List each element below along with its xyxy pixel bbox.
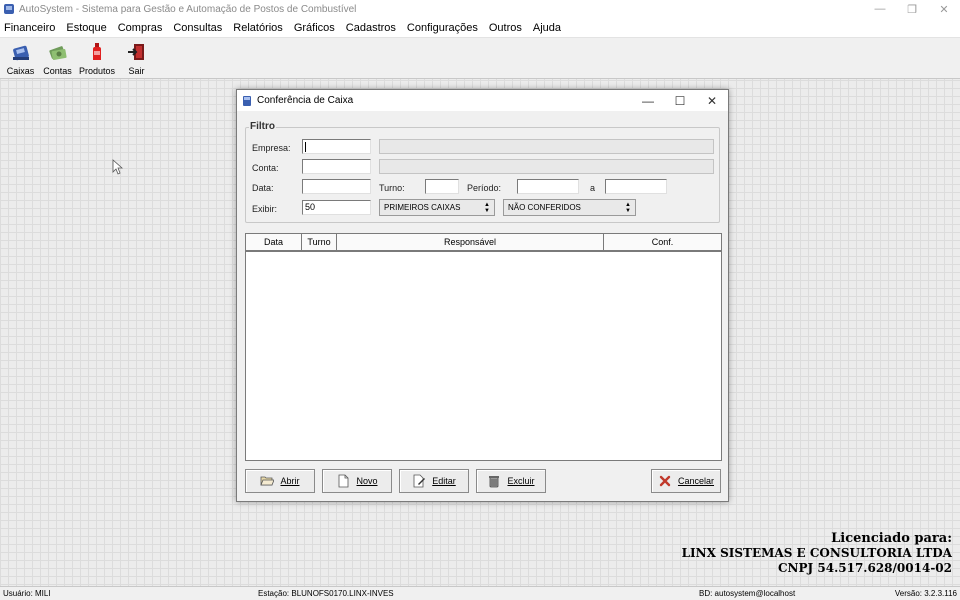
- menu-configuracoes[interactable]: Configurações: [407, 22, 478, 34]
- abrir-button[interactable]: Abrir: [245, 469, 315, 493]
- conferencia-caixa-dialog: Conferência de Caixa — ☐ ✕ Filtro Empres…: [236, 89, 729, 502]
- mouse-cursor-icon: [112, 159, 123, 175]
- periodo-to-input[interactable]: [605, 179, 667, 194]
- exibir-input[interactable]: 50: [302, 200, 371, 215]
- table-header: Data Turno Responsável Conf.: [246, 234, 721, 252]
- license-cnpj: CNPJ 54.517.628/0014-02: [777, 561, 952, 575]
- dialog-close-button[interactable]: ✕: [696, 90, 728, 111]
- periodo-separator: a: [590, 183, 596, 193]
- license-heading: Licenciado para:: [831, 531, 952, 546]
- cash-register-icon: [12, 45, 29, 61]
- window-titlebar: AutoSystem - Sistema para Gestão e Autom…: [0, 0, 960, 18]
- menu-financeiro[interactable]: Financeiro: [4, 22, 55, 34]
- minimize-button[interactable]: —: [864, 0, 896, 18]
- toolbar-sair-label: Sair: [128, 66, 145, 76]
- money-icon: [48, 46, 67, 60]
- column-header-responsavel[interactable]: Responsável: [337, 234, 604, 250]
- menu-cadastros[interactable]: Cadastros: [346, 22, 396, 34]
- dialog-title: Conferência de Caixa: [257, 95, 354, 106]
- abrir-button-label: Abrir: [280, 476, 300, 486]
- trash-icon: [489, 476, 500, 488]
- conta-input[interactable]: [302, 159, 371, 174]
- license-info: Licenciado para: LINX SISTEMAS E CONSULT…: [682, 531, 952, 576]
- order-select[interactable]: PRIMEIROS CAIXAS ▲ ▼: [379, 199, 495, 216]
- toolbar-produtos-button[interactable]: Produtos: [77, 38, 117, 79]
- folder-open-icon: [260, 476, 275, 486]
- dialog-minimize-button[interactable]: —: [632, 90, 664, 111]
- column-header-conf[interactable]: Conf.: [604, 234, 721, 250]
- status-select[interactable]: NÃO CONFERIDOS ▲ ▼: [503, 199, 636, 216]
- conta-name-display: [379, 159, 714, 174]
- app-icon: [4, 4, 14, 14]
- menu-ajuda[interactable]: Ajuda: [533, 22, 561, 34]
- chevron-updown-icon: ▲ ▼: [484, 201, 490, 214]
- exibir-label: Exibir:: [252, 204, 278, 214]
- menu-outros[interactable]: Outros: [489, 22, 522, 34]
- excluir-button-label: Excluir: [507, 476, 535, 486]
- excluir-button[interactable]: Excluir: [476, 469, 546, 493]
- dialog-controls: — ☐ ✕: [632, 90, 728, 111]
- cash-register-icon: [243, 95, 251, 106]
- new-document-icon: [339, 474, 349, 488]
- status-estacao: Estação: BLUNOFS0170.LINX-INVES: [258, 589, 394, 598]
- toolbar-caixas-label: Caixas: [6, 66, 35, 76]
- menu-relatorios[interactable]: Relatórios: [233, 22, 283, 34]
- filter-group: Filtro Empresa: Conta: Data: Turno: Perí…: [245, 121, 720, 223]
- toolbar-sair-button[interactable]: Sair: [119, 38, 154, 79]
- close-button[interactable]: ✕: [928, 0, 960, 18]
- window-title: AutoSystem - Sistema para Gestão e Autom…: [19, 3, 357, 15]
- cancelar-button[interactable]: Cancelar: [651, 469, 721, 493]
- filter-legend: Filtro: [249, 121, 276, 132]
- toolbar-contas-button[interactable]: Contas: [40, 38, 75, 79]
- toolbar-contas-label: Contas: [43, 66, 72, 76]
- menu-graficos[interactable]: Gráficos: [294, 22, 335, 34]
- periodo-from-input[interactable]: [517, 179, 579, 194]
- menu-compras[interactable]: Compras: [118, 22, 163, 34]
- column-header-data[interactable]: Data: [246, 234, 302, 250]
- order-select-value: PRIMEIROS CAIXAS: [384, 203, 461, 212]
- menu-consultas[interactable]: Consultas: [173, 22, 222, 34]
- exit-door-icon: [127, 44, 144, 60]
- chevron-updown-icon: ▲ ▼: [625, 201, 631, 214]
- empresa-name-display: [379, 139, 714, 154]
- dialog-button-bar: Abrir Novo Editar Excluir Cancelar: [245, 469, 722, 495]
- turno-input[interactable]: [425, 179, 459, 194]
- menu-estoque[interactable]: Estoque: [66, 22, 106, 34]
- status-select-value: NÃO CONFERIDOS: [508, 203, 581, 212]
- toolbar-caixas-button[interactable]: Caixas: [3, 38, 38, 79]
- status-bd: BD: autosystem@localhost: [699, 589, 796, 598]
- license-company: LINX SISTEMAS E CONSULTORIA LTDA: [681, 546, 952, 560]
- periodo-label: Período:: [467, 183, 502, 193]
- novo-button[interactable]: Novo: [322, 469, 392, 493]
- column-header-turno[interactable]: Turno: [302, 234, 337, 250]
- dialog-titlebar: Conferência de Caixa — ☐ ✕: [237, 90, 728, 111]
- dialog-maximize-button[interactable]: ☐: [664, 90, 696, 111]
- editar-button[interactable]: Editar: [399, 469, 469, 493]
- cancelar-button-label: Cancelar: [677, 476, 715, 486]
- empresa-label: Empresa:: [252, 143, 291, 153]
- edit-document-icon: [413, 474, 426, 488]
- data-input[interactable]: [302, 179, 371, 194]
- status-bar: Usuário: MILI Estação: BLUNOFS0170.LINX-…: [0, 586, 960, 600]
- status-versao: Versão: 3.2.3.116: [894, 589, 957, 598]
- data-label: Data:: [252, 183, 274, 193]
- restore-button[interactable]: ❐: [896, 0, 928, 18]
- conta-label: Conta:: [252, 163, 279, 173]
- window-controls: — ❐ ✕: [864, 0, 960, 18]
- text-caret: [305, 142, 306, 152]
- toolbar: Caixas Contas Produtos Sair: [0, 38, 960, 79]
- empresa-input[interactable]: [302, 139, 371, 154]
- status-usuario: Usuário: MILI: [3, 589, 51, 598]
- caixas-table[interactable]: Data Turno Responsável Conf.: [245, 233, 722, 461]
- novo-button-label: Novo: [356, 476, 378, 486]
- editar-button-label: Editar: [432, 476, 456, 486]
- menu-bar: Financeiro Estoque Compras Consultas Rel…: [0, 18, 960, 38]
- product-bottle-icon: [93, 43, 101, 60]
- turno-label: Turno:: [379, 183, 405, 193]
- cancel-x-icon: [659, 475, 671, 487]
- toolbar-produtos-label: Produtos: [78, 66, 116, 76]
